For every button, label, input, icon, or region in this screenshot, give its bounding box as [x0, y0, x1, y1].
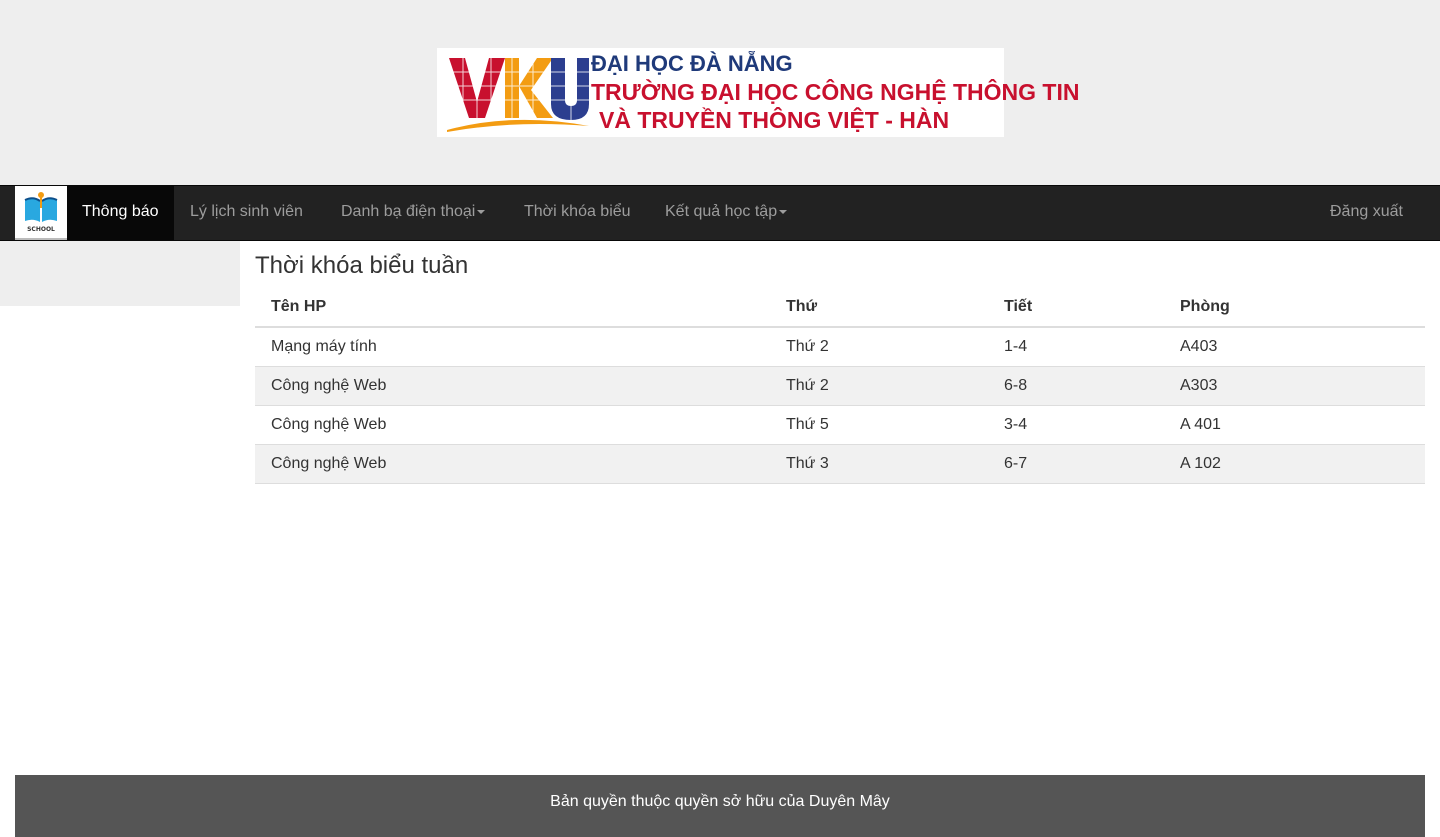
nav-thoi-khoa-bieu[interactable]: Thời khóa biểu — [524, 186, 631, 240]
page-title: Thời khóa biểu tuần — [255, 252, 469, 279]
cell-day: Thứ 5 — [770, 405, 988, 445]
nav-thong-bao-label: Thông báo — [82, 203, 159, 220]
nav-thoi-khoa-bieu-label: Thời khóa biểu — [524, 203, 631, 220]
caret-down-icon — [779, 209, 788, 214]
cell-room: A 102 — [1164, 444, 1425, 484]
svg-text:SCHOOL: SCHOOL — [27, 226, 55, 233]
cell-room: A303 — [1164, 366, 1425, 406]
page-footer: Bản quyền thuộc quyền sở hữu của Duyên M… — [15, 775, 1425, 837]
nav-danh-ba-dien-thoai-label: Danh bạ điện thoại — [341, 203, 476, 220]
open-book-icon: SCHOOL — [24, 192, 58, 233]
cell-course-name: Công nghệ Web — [255, 444, 770, 484]
university-logo: ĐẠI HỌC ĐÀ NẴNG TRƯỜNG ĐẠI HỌC CÔNG NGHỆ… — [437, 48, 1079, 137]
cell-period: 1-4 — [988, 327, 1164, 367]
cell-course-name: Công nghệ Web — [255, 405, 770, 445]
vku-logo-mark — [443, 50, 591, 132]
header-banner: ĐẠI HỌC ĐÀ NẴNG TRƯỜNG ĐẠI HỌC CÔNG NGHỆ… — [0, 0, 1440, 185]
cell-course-name: Công nghệ Web — [255, 366, 770, 406]
caret-down-icon — [477, 209, 486, 214]
sidebar-panel — [0, 241, 240, 306]
nav-danh-ba-dien-thoai[interactable]: Danh bạ điện thoại — [341, 186, 486, 240]
timetable: Tên HP Thứ Tiết Phòng Mạng máy tính Thứ … — [255, 287, 1425, 484]
nav-ket-qua-hoc-tap-label: Kết quả học tập — [665, 203, 778, 220]
cell-day: Thứ 2 — [770, 366, 988, 406]
column-header-thu: Thứ — [770, 287, 988, 328]
logout-link[interactable]: Đăng xuất — [1330, 186, 1403, 240]
cell-period: 3-4 — [988, 405, 1164, 445]
nav-thong-bao[interactable]: Thông báo — [67, 186, 174, 240]
cell-period: 6-7 — [988, 444, 1164, 484]
nav-ket-qua-hoc-tap[interactable]: Kết quả học tập — [665, 186, 788, 240]
cell-room: A 401 — [1164, 405, 1425, 445]
banner-line-1: ĐẠI HỌC ĐÀ NẴNG — [591, 51, 793, 76]
nav-ly-lich-sinh-vien-label: Lý lịch sinh viên — [190, 203, 303, 220]
cell-day: Thứ 3 — [770, 444, 988, 484]
table-row: Mạng máy tính Thứ 2 1-4 A403 — [255, 327, 1425, 367]
column-header-tiet: Tiết — [988, 287, 1164, 328]
copyright-text: Bản quyền thuộc quyền sở hữu của Duyên M… — [550, 793, 890, 810]
column-header-ten-hp: Tên HP — [255, 287, 770, 328]
main-navbar: SCHOOL Thông báo Lý lịch sinh viên Danh … — [0, 185, 1440, 241]
cell-period: 6-8 — [988, 366, 1164, 406]
table-header-row: Tên HP Thứ Tiết Phòng — [255, 287, 1425, 328]
school-brand-logo[interactable]: SCHOOL — [15, 186, 67, 240]
column-header-phong: Phòng — [1164, 287, 1425, 328]
cell-room: A403 — [1164, 327, 1425, 367]
cell-course-name: Mạng máy tính — [255, 327, 770, 367]
banner-line-3: VÀ TRUYỀN THÔNG VIỆT - HÀN — [599, 107, 950, 133]
table-row: Công nghệ Web Thứ 2 6-8 A303 — [255, 366, 1425, 406]
table-row: Công nghệ Web Thứ 3 6-7 A 102 — [255, 444, 1425, 484]
banner-line-2: TRƯỜNG ĐẠI HỌC CÔNG NGHỆ THÔNG TIN — [591, 79, 1080, 105]
logout-label: Đăng xuất — [1330, 203, 1403, 220]
nav-ly-lich-sinh-vien[interactable]: Lý lịch sinh viên — [190, 186, 303, 240]
table-row: Công nghệ Web Thứ 5 3-4 A 401 — [255, 405, 1425, 445]
cell-day: Thứ 2 — [770, 327, 988, 367]
